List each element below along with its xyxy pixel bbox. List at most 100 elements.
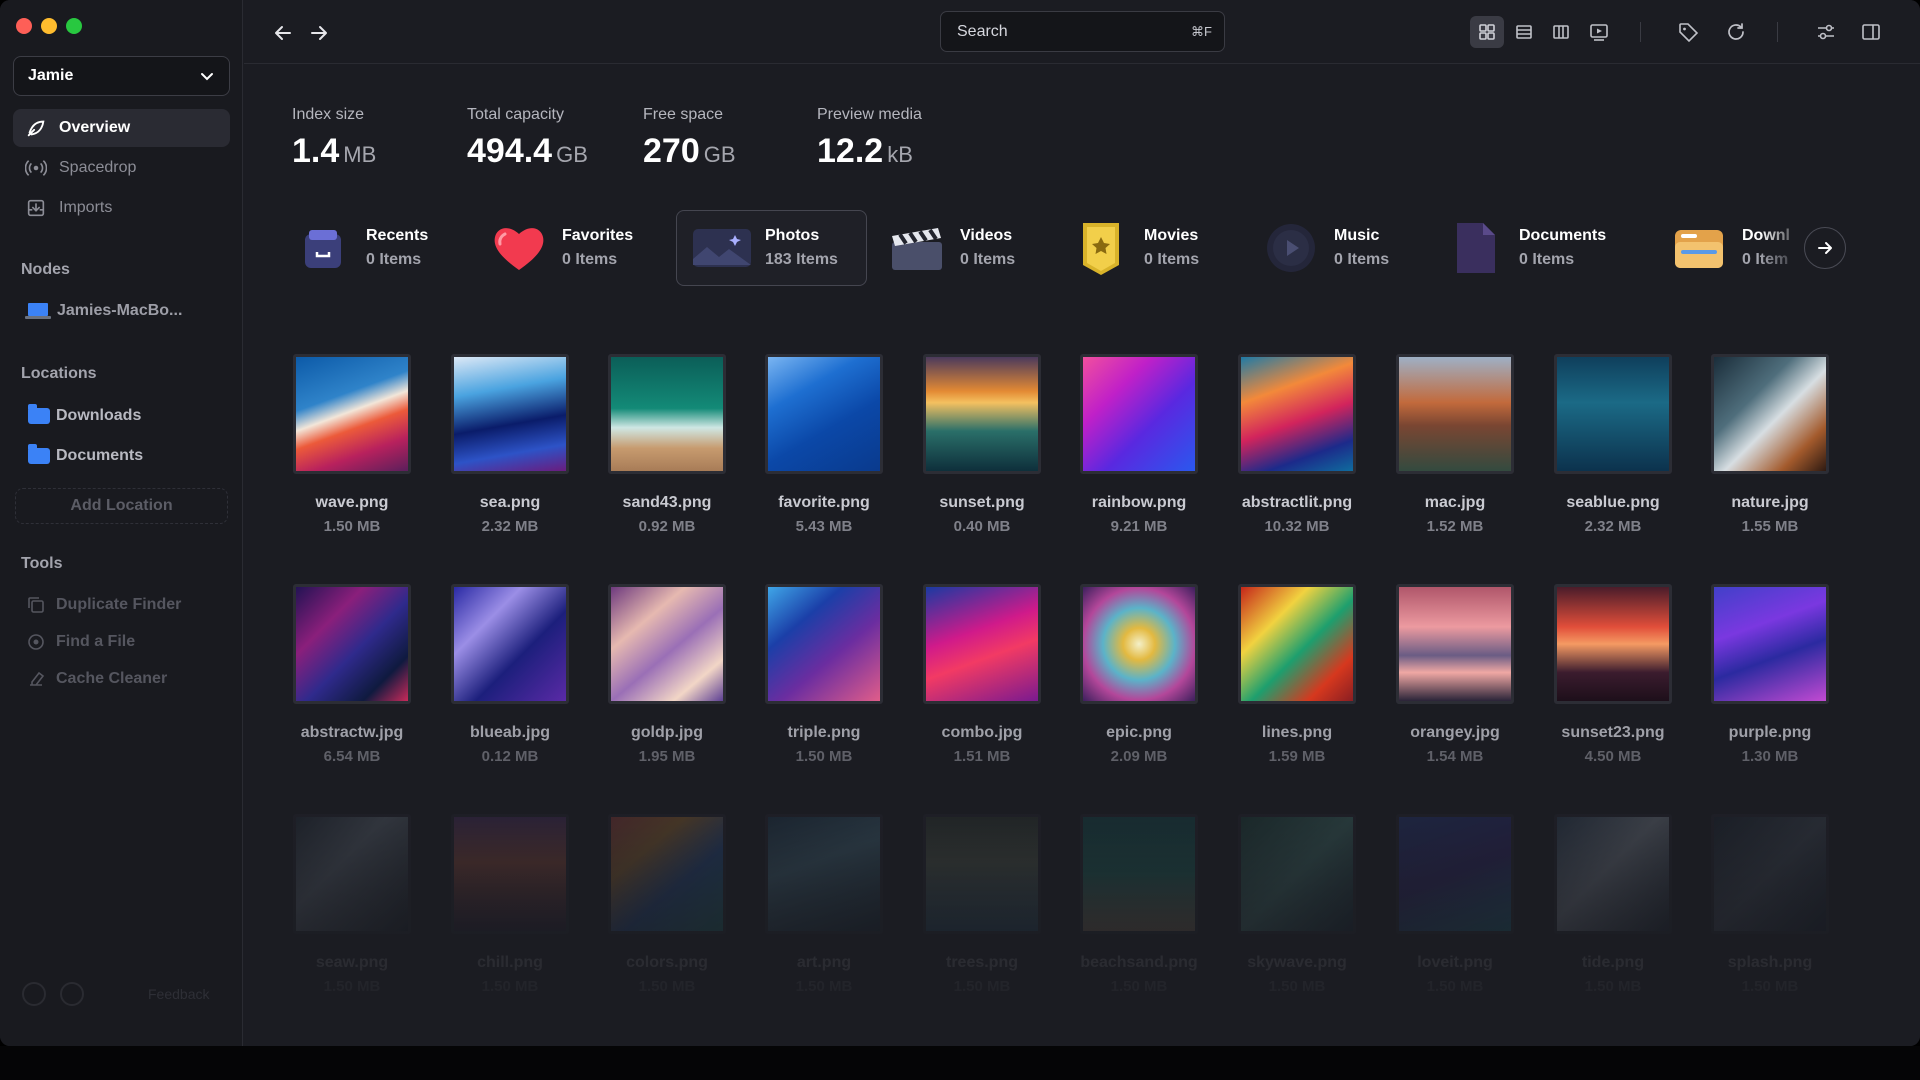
node-item[interactable]: Jamies-MacBo... xyxy=(25,301,182,321)
file-tile[interactable]: blueab.jpg 0.12 MB xyxy=(444,584,576,765)
close-window-button[interactable] xyxy=(16,18,32,34)
back-button[interactable] xyxy=(270,20,296,46)
category-photos[interactable]: Photos 183 Items xyxy=(676,210,867,286)
columns-view-button[interactable] xyxy=(1544,16,1578,48)
tool-cache-cleaner[interactable]: Cache Cleaner xyxy=(26,669,167,689)
category-favorites[interactable]: Favorites 0 Items xyxy=(488,210,633,286)
file-tile[interactable]: art.png 1.50 MB xyxy=(758,814,890,995)
search-placeholder: Search xyxy=(957,22,1008,40)
target-icon xyxy=(28,634,44,650)
file-tile[interactable]: splash.png 1.50 MB xyxy=(1704,814,1836,995)
account-selector[interactable]: Jamie xyxy=(13,56,230,96)
file-name: sand43.png xyxy=(622,494,712,511)
imports-icon xyxy=(27,199,45,217)
tool-label: Find a File xyxy=(56,633,136,650)
file-tile[interactable]: tide.png 1.50 MB xyxy=(1547,814,1679,995)
file-tile[interactable]: orangey.jpg 1.54 MB xyxy=(1389,584,1521,765)
sidebar-footer: Feedback xyxy=(22,982,209,1006)
sidebar-item-spacedrop[interactable]: Spacedrop xyxy=(13,149,230,187)
movie-badge-icon xyxy=(1070,217,1132,279)
file-tile[interactable]: triple.png 1.50 MB xyxy=(758,584,890,765)
tools-heading: Tools xyxy=(21,555,63,572)
file-tile[interactable]: rainbow.png 9.21 MB xyxy=(1073,354,1205,535)
category-videos[interactable]: Videos 0 Items xyxy=(886,210,1015,286)
file-tile[interactable]: chill.png 1.50 MB xyxy=(444,814,576,995)
stat-value: 270 GB xyxy=(643,132,736,170)
file-tile[interactable]: abstractlit.png 10.32 MB xyxy=(1231,354,1363,535)
category-documents[interactable]: Documents 0 Items xyxy=(1445,210,1606,286)
category-name: Recents xyxy=(366,227,429,244)
options-button[interactable] xyxy=(1809,16,1843,48)
fullscreen-window-button[interactable] xyxy=(66,18,82,34)
category-music[interactable]: Music 0 Items xyxy=(1260,210,1389,286)
file-tile[interactable]: favorite.png 5.43 MB xyxy=(758,354,890,535)
tool-find-a-file[interactable]: Find a File xyxy=(26,632,135,652)
file-tile[interactable]: purple.png 1.30 MB xyxy=(1704,584,1836,765)
categories-next-button[interactable] xyxy=(1804,227,1846,269)
stat-label: Index size xyxy=(292,106,365,123)
grid-view-button[interactable] xyxy=(1470,16,1504,48)
minimize-window-button[interactable] xyxy=(41,18,57,34)
file-tile[interactable]: abstractw.jpg 6.54 MB xyxy=(286,584,418,765)
search-input[interactable]: Search ⌘F xyxy=(940,11,1225,52)
file-size: 1.55 MB xyxy=(1741,518,1799,535)
file-tile[interactable]: combo.jpg 1.51 MB xyxy=(916,584,1048,765)
location-item-downloads[interactable]: Downloads xyxy=(28,404,141,425)
arrow-right-icon xyxy=(1818,242,1832,254)
file-size: 9.21 MB xyxy=(1110,518,1168,535)
forward-button[interactable] xyxy=(306,20,332,46)
settings-icon[interactable] xyxy=(22,982,46,1006)
file-size: 1.50 MB xyxy=(953,978,1011,995)
category-recents[interactable]: Recents 0 Items xyxy=(292,210,428,286)
sidebar: Jamie Overview Spacedrop Imports Nodes J… xyxy=(0,0,243,1046)
feedback-link[interactable]: Feedback xyxy=(148,986,209,1002)
add-location-button[interactable]: Add Location xyxy=(15,488,228,524)
category-name: Music xyxy=(1334,227,1380,244)
sidebar-item-overview[interactable]: Overview xyxy=(13,109,230,147)
stat-index-size: Index size 1.4 MB xyxy=(292,106,376,171)
category-count: 0 Items xyxy=(1519,251,1575,268)
file-thumbnail xyxy=(293,814,411,934)
file-tile[interactable]: sea.png 2.32 MB xyxy=(444,354,576,535)
file-name: lines.png xyxy=(1261,724,1333,741)
tool-label: Duplicate Finder xyxy=(56,596,182,613)
file-tile[interactable]: trees.png 1.50 MB xyxy=(916,814,1048,995)
refresh-button[interactable] xyxy=(1719,16,1753,48)
file-tile[interactable]: seablue.png 2.32 MB xyxy=(1547,354,1679,535)
status-icon[interactable] xyxy=(60,982,84,1006)
file-tile[interactable]: loveit.png 1.50 MB xyxy=(1389,814,1521,995)
file-tile[interactable]: epic.png 2.09 MB xyxy=(1073,584,1205,765)
sidebar-item-imports[interactable]: Imports xyxy=(13,189,230,227)
file-tile[interactable]: wave.png 1.50 MB xyxy=(286,354,418,535)
list-view-button[interactable] xyxy=(1507,16,1541,48)
media-view-button[interactable] xyxy=(1582,16,1616,48)
file-tile[interactable]: nature.jpg 1.55 MB xyxy=(1704,354,1836,535)
file-size: 10.32 MB xyxy=(1264,518,1330,535)
file-tile[interactable]: mac.jpg 1.52 MB xyxy=(1389,354,1521,535)
file-tile[interactable]: seaw.png 1.50 MB xyxy=(286,814,418,995)
file-tile[interactable]: beachsand.png 1.50 MB xyxy=(1073,814,1205,995)
file-tile[interactable]: sunset.png 0.40 MB xyxy=(916,354,1048,535)
inspector-toggle-button[interactable] xyxy=(1854,16,1888,48)
file-tile[interactable]: lines.png 1.59 MB xyxy=(1231,584,1363,765)
location-item-documents[interactable]: Documents xyxy=(28,444,143,465)
nodes-heading: Nodes xyxy=(21,261,70,278)
tags-button[interactable] xyxy=(1671,16,1705,48)
file-thumbnail xyxy=(451,584,569,704)
file-name: seaw.png xyxy=(315,954,389,971)
tool-duplicate-finder[interactable]: Duplicate Finder xyxy=(26,595,181,615)
file-name: beachsand.png xyxy=(1080,954,1198,971)
file-tile[interactable]: colors.png 1.50 MB xyxy=(601,814,733,995)
app-window: Jamie Overview Spacedrop Imports Nodes J… xyxy=(0,0,1920,1046)
category-movies[interactable]: Movies 0 Items xyxy=(1070,210,1199,286)
file-tile[interactable]: sunset23.png 4.50 MB xyxy=(1547,584,1679,765)
file-tile[interactable]: goldp.jpg 1.95 MB xyxy=(601,584,733,765)
category-name: Videos xyxy=(960,227,1013,244)
file-tile[interactable]: sand43.png 0.92 MB xyxy=(601,354,733,535)
columns-icon xyxy=(1553,25,1569,39)
file-tile[interactable]: skywave.png 1.50 MB xyxy=(1231,814,1363,995)
file-size: 1.50 MB xyxy=(1268,978,1326,995)
file-thumbnail xyxy=(1080,814,1198,934)
file-size: 6.54 MB xyxy=(323,748,381,765)
file-name: mac.jpg xyxy=(1424,494,1486,511)
